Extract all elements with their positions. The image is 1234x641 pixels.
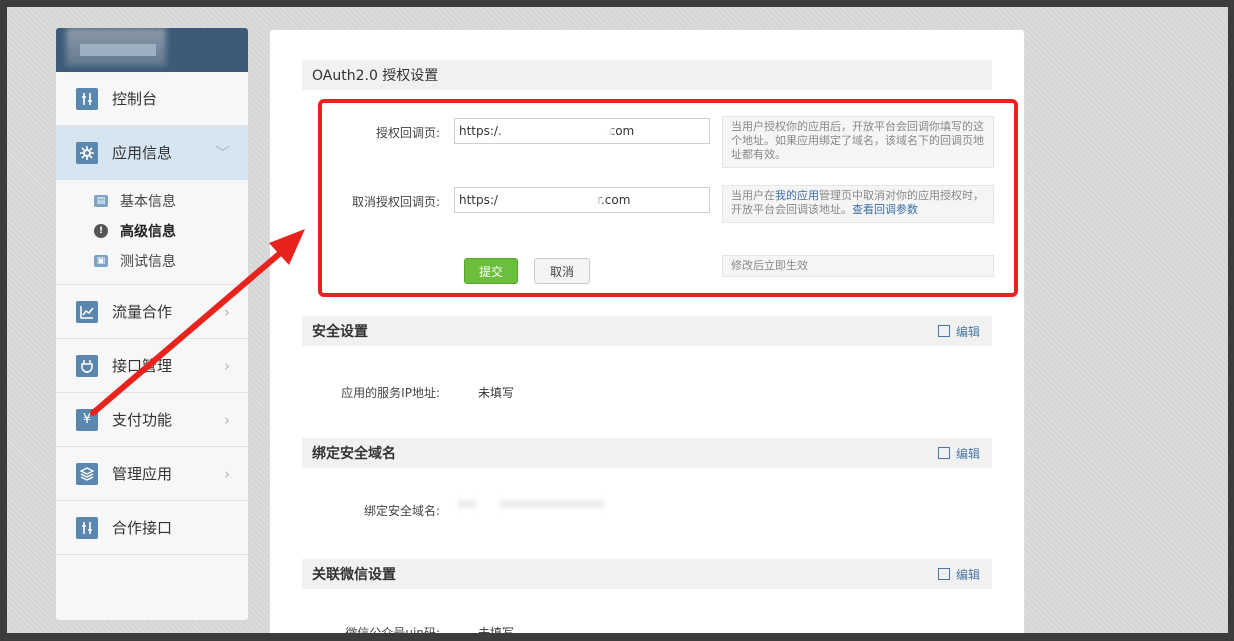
- sliders-icon: [76, 87, 98, 110]
- sidebar-item-manage-apps[interactable]: 管理应用 ›: [56, 447, 248, 501]
- submenu-item-label: 基本信息: [120, 194, 176, 210]
- cancel-help-text: 当用户在我的应用管理页中取消对你的应用授权时，开放平台会回调该地址。查看回调参数: [722, 185, 994, 223]
- submit-button[interactable]: 提交: [464, 258, 518, 284]
- edit-label: 编辑: [955, 446, 980, 461]
- sidebar-item-traffic[interactable]: 流量合作 ›: [56, 285, 248, 339]
- gear-icon: [76, 141, 98, 164]
- wechat-uin-value: 未填写: [478, 626, 515, 633]
- yen-icon: ¥: [76, 408, 98, 431]
- cancel-button[interactable]: 取消: [534, 258, 590, 284]
- my-apps-link[interactable]: 我的应用: [775, 189, 819, 202]
- security-section-header: 安全设置 编辑: [302, 316, 992, 346]
- help-text: 当用户在: [731, 189, 775, 202]
- sidebar-item-label: 接口管理: [112, 357, 173, 375]
- callback-url-label: 授权回调页:: [375, 126, 440, 140]
- security-edit-link[interactable]: 编辑: [937, 323, 980, 340]
- service-ip-label: 应用的服务IP地址:: [341, 386, 440, 400]
- sidebar-item-console[interactable]: 控制台: [56, 72, 248, 126]
- chevron-right-icon: ›: [224, 464, 230, 483]
- wechat-uin-label: 微信公众号uin码:: [345, 626, 440, 633]
- sidebar-submenu: ▤ 基本信息 ! 高级信息 ▣ 测试信息: [56, 180, 248, 285]
- sidebar-header: [56, 28, 248, 72]
- section-title: 绑定安全域名: [312, 446, 396, 462]
- wechat-edit-link[interactable]: 编辑: [937, 566, 980, 583]
- card-icon: ▤: [94, 195, 108, 207]
- sidebar-item-label: 管理应用: [112, 465, 173, 483]
- sidebar-item-api-management[interactable]: 接口管理 ›: [56, 339, 248, 393]
- edit-label: 编辑: [955, 324, 980, 339]
- edit-label: 编辑: [955, 567, 980, 582]
- edit-icon: [937, 447, 950, 459]
- sliders-icon: [76, 516, 98, 539]
- submenu-item-label: 测试信息: [120, 254, 176, 270]
- sidebar-item-partner-api[interactable]: 合作接口: [56, 501, 248, 555]
- redacted-domain: [500, 500, 604, 508]
- submenu-item-basic-info[interactable]: ▤ 基本信息: [94, 186, 248, 216]
- sidebar-item-app-info[interactable]: 应用信息 ﹀: [56, 126, 248, 180]
- settings-card: OAuth2.0 授权设置 授权回调页: 当用户授权你的应用后，开放平台会回调你…: [269, 29, 1025, 633]
- cancel-callback-label: 取消授权回调页:: [351, 195, 440, 209]
- sidebar-item-payment[interactable]: ¥ 支付功能 ›: [56, 393, 248, 447]
- oauth-section-header: OAuth2.0 授权设置: [302, 60, 992, 90]
- sidebar-item-label: 控制台: [112, 90, 158, 108]
- chevron-down-icon: ﹀: [214, 144, 230, 162]
- edit-icon: [937, 568, 950, 580]
- redacted-mask: [502, 124, 612, 138]
- submenu-item-label: 高级信息: [120, 224, 176, 240]
- redacted-mask: [510, 193, 600, 207]
- callback-help-text: 当用户授权你的应用后，开放平台会回调你填写的这个地址。如果应用绑定了域名，该域名…: [722, 116, 994, 168]
- sidebar-item-label: 应用信息: [112, 144, 173, 162]
- sidebar-item-label: 流量合作: [112, 303, 173, 321]
- section-title: 关联微信设置: [312, 567, 396, 583]
- effect-note: 修改后立即生效: [722, 255, 994, 277]
- sidebar: 控制台 应用信息 ﹀ ▤ 基本信息 ! 高级信息 ▣ 测试信息 流量合作 › 接…: [55, 27, 249, 621]
- plug-icon: [76, 354, 98, 377]
- sidebar-item-label: 支付功能: [112, 411, 173, 429]
- app-name-blurred: [80, 44, 156, 56]
- edit-icon: [937, 325, 950, 337]
- bound-domain-label: 绑定安全域名:: [363, 504, 440, 518]
- redacted-domain: [458, 500, 476, 508]
- exclamation-icon: !: [94, 224, 108, 238]
- submenu-item-advanced-info[interactable]: ! 高级信息: [94, 216, 248, 246]
- view-callback-params-link[interactable]: 查看回调参数: [852, 203, 918, 216]
- chevron-right-icon: ›: [224, 302, 230, 321]
- domain-edit-link[interactable]: 编辑: [937, 445, 980, 462]
- sidebar-item-label: 合作接口: [112, 519, 173, 537]
- wechat-section-header: 关联微信设置 编辑: [302, 559, 992, 589]
- service-ip-value: 未填写: [478, 386, 515, 400]
- screenshot-frame: 控制台 应用信息 ﹀ ▤ 基本信息 ! 高级信息 ▣ 测试信息 流量合作 › 接…: [7, 7, 1228, 633]
- layers-icon: [76, 462, 98, 485]
- section-title: 安全设置: [312, 324, 368, 340]
- id-card-icon: ▣: [94, 255, 108, 267]
- domain-section-header: 绑定安全域名 编辑: [302, 438, 992, 468]
- line-chart-icon: [76, 300, 98, 323]
- section-title: OAuth2.0 授权设置: [312, 68, 439, 84]
- submenu-item-test-info[interactable]: ▣ 测试信息: [94, 246, 248, 276]
- chevron-right-icon: ›: [224, 410, 230, 429]
- chevron-right-icon: ›: [224, 356, 230, 375]
